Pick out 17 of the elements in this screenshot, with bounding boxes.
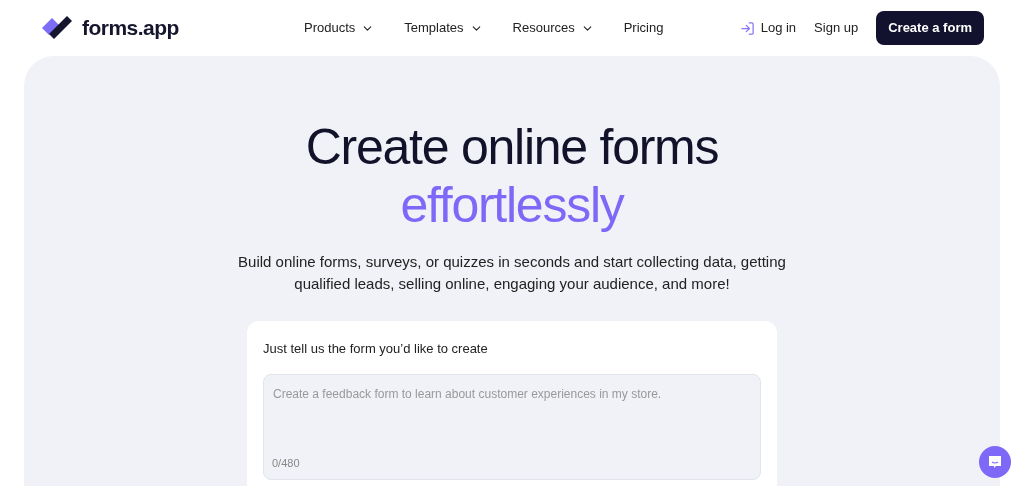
brand-name[interactable]: forms.app [82,12,179,44]
prompt-label: Just tell us the form you’d like to create [263,340,489,358]
signup-link[interactable]: Sign up [814,18,859,38]
hero-highlight: effortlessly [400,176,624,234]
nav-link[interactable]: Pricing [623,18,664,38]
login-link[interactable]: Log in [739,18,797,38]
nav-link[interactable]: Products [304,18,375,38]
hero-title: Create online forms [305,118,719,176]
create-form-button[interactable]: Create a form [876,11,984,45]
character-counter: 0/480 [272,456,300,471]
nav-link[interactable]: Templates [404,18,483,38]
logo-icon [40,15,74,41]
hero-subtitle: Build online forms, surveys, or quizzes in seconds and start collecting data, getting qualified leads, selling online, engaging your audience, and more! [237,252,787,294]
nav-link[interactable]: Resources [512,18,594,38]
chat-icon [987,454,1003,470]
chat-button[interactable] [979,446,1011,478]
login-icon [739,20,755,36]
